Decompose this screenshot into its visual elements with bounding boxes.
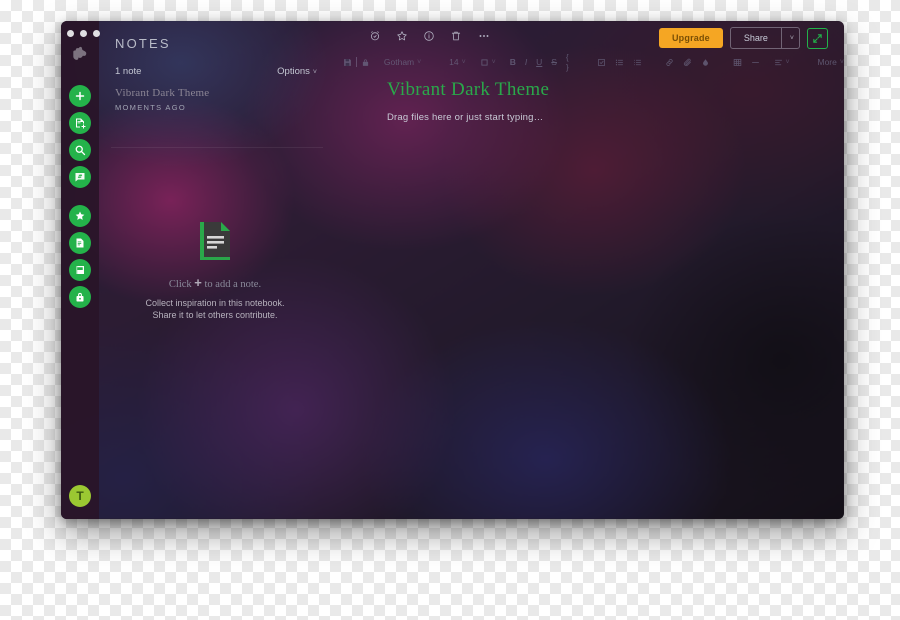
note-list-header: NOTES: [115, 36, 171, 51]
close-button[interactable]: [67, 30, 74, 37]
upgrade-button[interactable]: Upgrade: [658, 28, 723, 48]
chevron-down-icon: ˅: [839, 58, 844, 66]
chevron-down-icon: ˅: [417, 58, 422, 66]
screenshot-canvas: T NOTES 1 note Options ˅ Vibrant Dark The…: [0, 0, 900, 620]
search-button[interactable]: [69, 139, 91, 161]
align-icon[interactable]: ˅: [774, 58, 790, 67]
editor-toolbar: Upgrade Share ˅: [331, 27, 844, 51]
note-actions-group: [369, 29, 491, 47]
chevron-down-icon: ˅: [491, 58, 496, 66]
toolbar-separator: [355, 57, 357, 67]
evernote-window: T NOTES 1 note Options ˅ Vibrant Dark The…: [61, 21, 844, 519]
empty-state-line-2: Share it to let others contribute.: [152, 310, 278, 320]
strikethrough-button[interactable]: S: [551, 57, 557, 67]
text-color-icon[interactable]: ˅: [480, 58, 496, 67]
note-list-meta: 1 note Options ˅: [115, 66, 317, 77]
notes-button[interactable]: [69, 232, 91, 254]
formatting-toolbar: Gotham ˅ 14 ˅ ˅ B I U S {} ˅ More ˅: [331, 52, 844, 72]
window-traffic-lights: [67, 30, 100, 37]
link-icon[interactable]: [665, 58, 674, 67]
notebooks-button[interactable]: [69, 259, 91, 281]
italic-button[interactable]: I: [525, 57, 527, 67]
font-size-value: 14: [449, 57, 459, 67]
share-dropdown-button[interactable]: ˅: [780, 28, 799, 48]
share-button-group: Share ˅: [729, 27, 800, 49]
list-item[interactable]: Vibrant Dark Theme MOMENTS AGO: [115, 87, 319, 112]
empty-headline-after: to add a note.: [201, 279, 262, 290]
chevron-down-icon: ˅: [312, 69, 317, 76]
new-note-button[interactable]: [69, 85, 91, 107]
reminder-alarm-icon[interactable]: [369, 29, 381, 47]
evernote-elephant-icon: [72, 46, 89, 62]
more-formatting-dropdown[interactable]: More ˅: [818, 57, 844, 67]
underline-button[interactable]: U: [536, 57, 542, 67]
expand-arrows-icon[interactable]: [807, 27, 828, 49]
lock-icon[interactable]: [361, 58, 370, 67]
note-item-date: MOMENTS AGO: [115, 103, 186, 112]
table-icon[interactable]: [733, 58, 742, 67]
attachment-icon[interactable]: [683, 58, 692, 67]
numbered-list-icon[interactable]: [633, 58, 642, 67]
note-title[interactable]: Vibrant Dark Theme: [387, 79, 549, 101]
bullet-list-icon[interactable]: [615, 58, 624, 67]
minimize-button[interactable]: [80, 30, 87, 37]
bold-button[interactable]: B: [510, 57, 516, 67]
horizontal-rule-icon[interactable]: [751, 58, 760, 67]
note-item-title: Vibrant Dark Theme: [115, 87, 210, 99]
user-avatar[interactable]: T: [69, 485, 91, 507]
note-count-label: 1 note: [115, 66, 142, 77]
code-button[interactable]: { }: [566, 52, 574, 72]
highlight-icon[interactable]: [701, 58, 710, 67]
left-icon-rail: T: [61, 21, 100, 519]
checklist-icon[interactable]: [597, 58, 606, 67]
note-body-placeholder[interactable]: Drag files here or just start typing…: [387, 112, 543, 123]
font-size-dropdown[interactable]: 14 ˅: [449, 57, 466, 67]
plus-icon: +: [194, 275, 202, 290]
note-editor-panel: Upgrade Share ˅ Gotham ˅ 14 ˅ ˅ B I U S …: [331, 21, 844, 519]
rail-primary-group: [69, 85, 91, 193]
chevron-down-icon: ˅: [789, 34, 794, 42]
star-icon[interactable]: [396, 29, 408, 47]
empty-headline-before: Click: [168, 279, 195, 290]
tags-button[interactable]: [69, 286, 91, 308]
empty-state-line-1: Collect inspiration in this notebook.: [145, 298, 285, 308]
more-label: More: [817, 57, 837, 67]
options-label: Options: [277, 66, 310, 77]
font-family-dropdown[interactable]: Gotham ˅: [384, 57, 421, 67]
note-list-empty-state: Click + to add a note. Collect inspirati…: [99, 221, 331, 321]
ellipsis-icon[interactable]: [477, 29, 491, 47]
sync-button[interactable]: [69, 166, 91, 188]
empty-state-headline: Click + to add a note.: [99, 275, 331, 290]
toolbar-right-group: Upgrade Share ˅: [658, 27, 828, 49]
note-document-icon: [198, 221, 232, 261]
new-note-from-template-button[interactable]: [69, 112, 91, 134]
chevron-down-icon: ˅: [461, 58, 466, 66]
info-icon[interactable]: [423, 29, 435, 47]
note-list-divider: [111, 147, 323, 148]
trash-icon[interactable]: [450, 29, 462, 47]
shortcuts-button[interactable]: [69, 205, 91, 227]
options-dropdown[interactable]: Options ˅: [277, 66, 317, 77]
save-icon[interactable]: [343, 58, 352, 67]
note-list-panel: NOTES 1 note Options ˅ Vibrant Dark Theme…: [99, 21, 331, 519]
maximize-button[interactable]: [93, 30, 100, 37]
chevron-down-icon: ˅: [785, 58, 790, 66]
avatar-initial: T: [76, 489, 84, 503]
rail-secondary-group: [69, 205, 91, 313]
font-family-value: Gotham: [383, 57, 415, 67]
share-button[interactable]: Share: [731, 28, 781, 48]
